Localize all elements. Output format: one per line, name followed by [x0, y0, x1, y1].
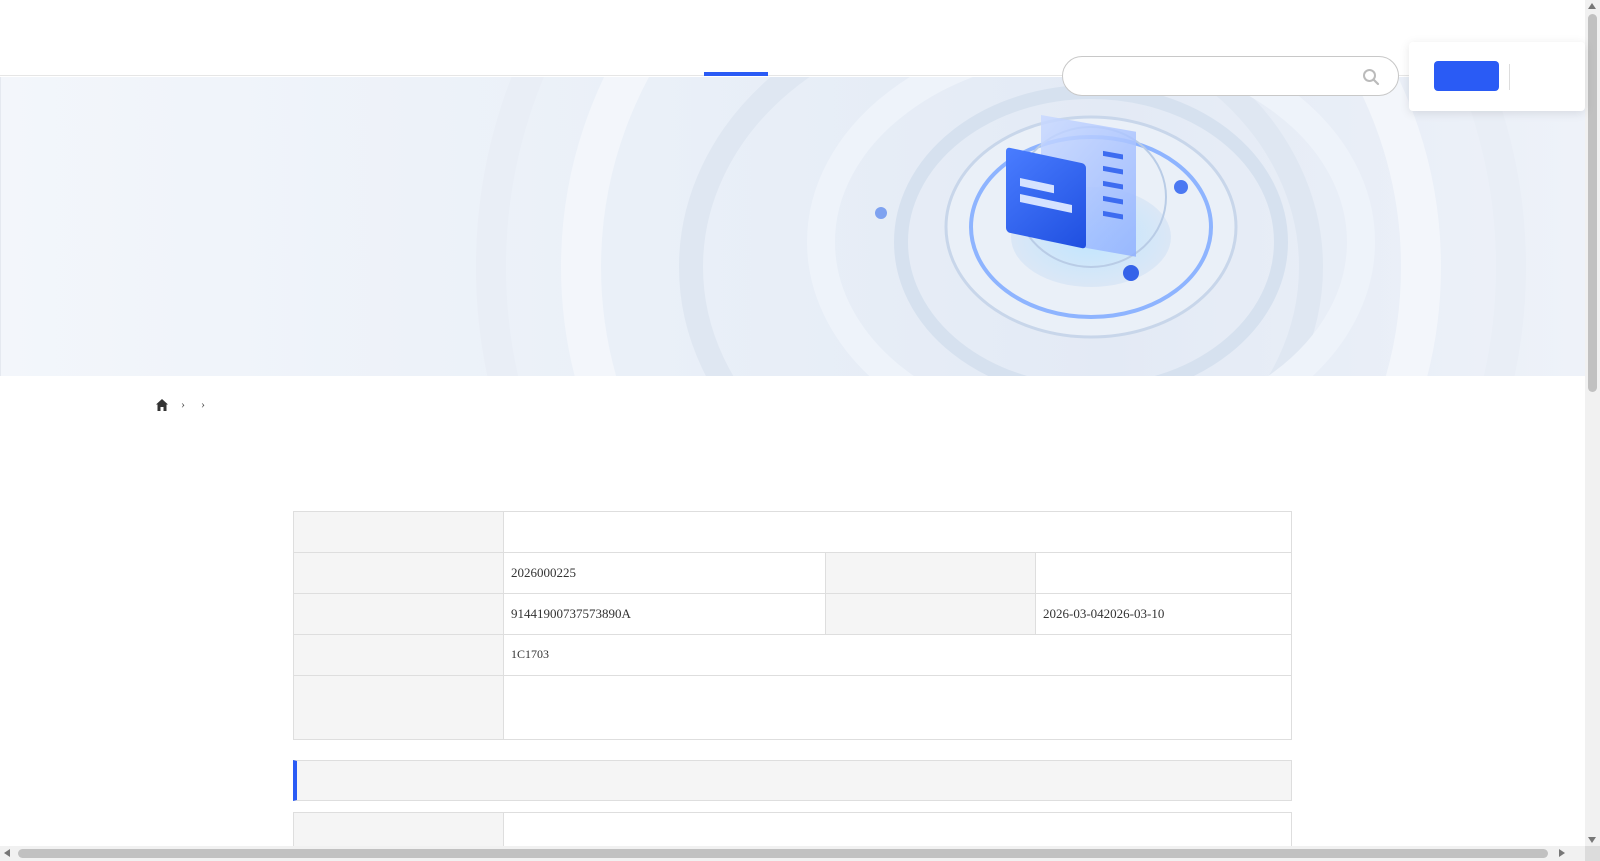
scroll-down-icon[interactable]	[1588, 837, 1596, 843]
search-input[interactable]	[1085, 67, 1345, 87]
table-row	[293, 511, 1292, 553]
section-heading	[293, 760, 1292, 801]
nav-item-4-active[interactable]	[688, 0, 784, 76]
scroll-up-icon[interactable]	[1588, 3, 1596, 9]
table-value: 91441900737573890A	[503, 593, 826, 635]
horizontal-scrollbar[interactable]	[0, 846, 1585, 861]
breadcrumb: › ›	[155, 397, 213, 412]
table-row: 91441900737573890A 2026-03-042026-03-10	[293, 593, 1292, 635]
home-icon	[156, 398, 168, 411]
table-value	[503, 511, 1292, 553]
scroll-left-icon[interactable]	[4, 849, 10, 857]
table-value: 2026-03-042026-03-10	[1035, 593, 1292, 635]
breadcrumb-separator-icon: ›	[201, 397, 205, 411]
table-value: 1C1703	[503, 634, 1292, 676]
user-panel	[1409, 42, 1585, 111]
table-row: 2026000225	[293, 552, 1292, 594]
scrollbar-corner	[1585, 846, 1600, 861]
login-button[interactable]	[1434, 61, 1499, 91]
table-label	[293, 675, 504, 740]
nav-item-home[interactable]	[400, 0, 496, 76]
table-label	[825, 552, 1036, 594]
search-icon[interactable]	[1362, 68, 1380, 86]
nav-item-5[interactable]	[784, 0, 880, 76]
table-row	[293, 675, 1292, 740]
vertical-scrollbar[interactable]	[1585, 0, 1600, 846]
table-label	[293, 634, 504, 676]
nav-item-6[interactable]	[880, 0, 976, 76]
table-label	[293, 511, 504, 553]
table-row: 1C1703	[293, 634, 1292, 676]
table-value: 2026000225	[503, 552, 826, 594]
nav-item-3[interactable]	[592, 0, 688, 76]
banner	[0, 77, 1585, 376]
breadcrumb-separator-icon: ›	[181, 397, 185, 411]
search-box	[1062, 56, 1399, 96]
info-table: 2026000225 91441900737573890A 2026-03-04…	[293, 511, 1292, 740]
user-divider	[1509, 64, 1510, 90]
nav-item-2[interactable]	[496, 0, 592, 76]
vertical-scroll-thumb[interactable]	[1588, 14, 1597, 392]
table-label	[825, 593, 1036, 635]
main-nav	[400, 0, 976, 76]
table-value	[1035, 552, 1292, 594]
table-label	[293, 593, 504, 635]
banner-illustration	[476, 77, 1526, 376]
scroll-right-icon[interactable]	[1559, 849, 1565, 857]
table-value-long	[503, 675, 1292, 740]
horizontal-scroll-thumb[interactable]	[18, 849, 1548, 858]
table-label	[293, 552, 504, 594]
